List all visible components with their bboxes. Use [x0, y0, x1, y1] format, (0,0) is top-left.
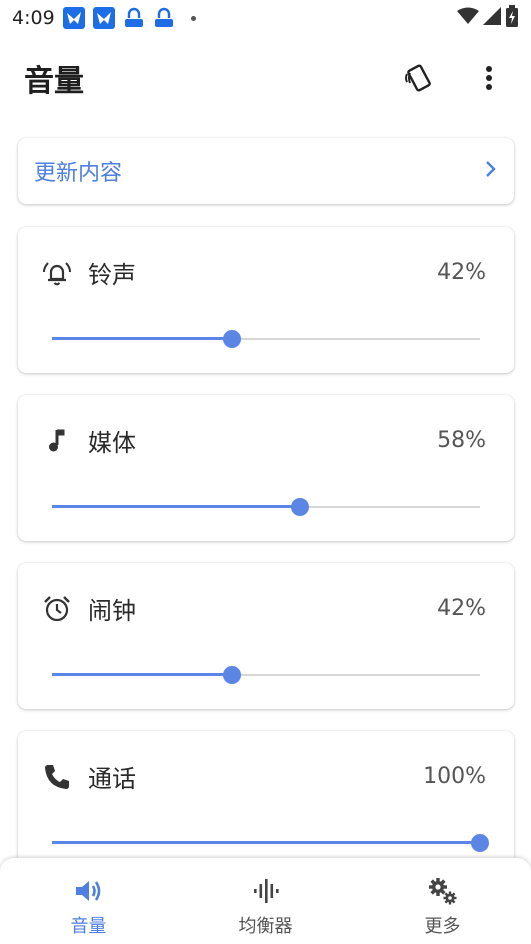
ringer-mode-icon[interactable] — [401, 60, 437, 96]
status-time: 4:09 — [12, 7, 55, 29]
volume-slider[interactable] — [52, 497, 480, 517]
volume-percent: 42% — [437, 596, 486, 621]
page-title: 音量 — [24, 64, 84, 99]
volume-label: 闹钟 — [88, 597, 136, 625]
volume-label: 铃声 — [88, 261, 136, 289]
nav-item-equalizer[interactable]: 均衡器 — [177, 858, 354, 944]
bottom-navigation: 音量 均衡器 更多 — [0, 858, 531, 944]
notification-app-icon — [62, 7, 85, 29]
notification-lock-icon — [122, 7, 145, 29]
phone-icon — [42, 762, 72, 792]
nav-label: 音量 — [70, 916, 107, 937]
slider-thumb[interactable] — [471, 834, 489, 852]
volume-label: 通话 — [88, 765, 136, 793]
slider-thumb[interactable] — [222, 330, 241, 348]
slider-thumb[interactable] — [291, 498, 310, 516]
slider-fill — [52, 505, 301, 508]
status-bar: 4:09 — [0, 0, 531, 36]
slider-thumb[interactable] — [222, 666, 241, 684]
volume-card-ringtone: 铃声 42% — [18, 227, 514, 373]
bell-icon — [42, 258, 72, 288]
slider-fill — [52, 337, 232, 340]
alarm-clock-icon — [42, 594, 72, 624]
speaker-icon — [74, 876, 104, 906]
slider-fill — [52, 841, 480, 844]
chevron-right-icon — [484, 159, 498, 183]
volume-percent: 100% — [423, 764, 486, 789]
signal-icon — [483, 6, 501, 30]
notification-lock-icon — [152, 7, 175, 29]
more-options-icon[interactable] — [471, 60, 507, 96]
volume-card-call: 通话 100% — [18, 731, 514, 877]
update-content-card[interactable]: 更新内容 — [18, 138, 514, 204]
nav-item-more[interactable]: 更多 — [354, 858, 531, 944]
equalizer-icon — [251, 876, 281, 906]
slider-fill — [52, 673, 232, 676]
music-note-icon — [42, 426, 72, 456]
wifi-icon — [457, 7, 479, 30]
volume-slider[interactable] — [52, 329, 480, 349]
volume-label: 媒体 — [88, 429, 136, 457]
app-bar: 音量 — [0, 40, 531, 116]
volume-slider[interactable] — [52, 833, 489, 853]
update-content-label: 更新内容 — [34, 161, 123, 186]
nav-item-volume[interactable]: 音量 — [0, 858, 177, 944]
gears-icon — [427, 876, 459, 906]
notification-app-icon — [92, 7, 115, 29]
battery-icon — [505, 4, 519, 32]
volume-percent: 58% — [437, 428, 486, 453]
volume-slider[interactable] — [52, 665, 480, 685]
nav-label: 均衡器 — [238, 916, 293, 937]
volume-percent: 42% — [437, 260, 486, 285]
more-notifications-dot — [190, 15, 196, 21]
volume-card-alarm: 闹钟 42% — [18, 563, 514, 709]
volume-card-media: 媒体 58% — [18, 395, 514, 541]
nav-label: 更多 — [424, 916, 461, 937]
